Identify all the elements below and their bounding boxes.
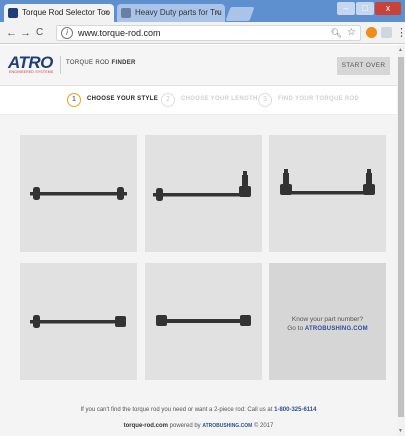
close-icon: x <box>385 3 391 13</box>
cta-line1: Know your part number? <box>291 316 364 323</box>
torque-rod-icon <box>30 187 127 200</box>
torque-rod-icon <box>280 169 375 195</box>
step-label: FIND YOUR TORQUE ROD <box>278 96 360 102</box>
tool-title: TORQUE ROD FINDER <box>66 60 136 66</box>
style-option-straight-bushing-both[interactable] <box>20 135 137 252</box>
header-divider <box>60 56 61 74</box>
zoom-icon[interactable]: 🔍︎ <box>331 26 342 40</box>
scroll-down-icon[interactable]: ▼ <box>398 428 403 434</box>
step-label: CHOOSE YOUR LENGTH <box>181 96 258 102</box>
style-option-block-ends[interactable] <box>145 263 262 380</box>
help-message: If you can't find the torque rod you nee… <box>80 407 273 413</box>
info-icon[interactable]: i <box>61 27 73 39</box>
forward-arrow-icon[interactable]: → <box>20 25 31 41</box>
bookmark-star-icon[interactable]: ☆ <box>347 26 356 40</box>
powered-by: torque-rod.com powered by ATROBUSHING.CO… <box>0 423 397 429</box>
step-label: CHOOSE YOUR STYLE <box>87 96 159 102</box>
powered-site: torque-rod.com <box>123 423 168 429</box>
new-tab-button[interactable] <box>225 7 255 21</box>
scrollbar-thumb[interactable] <box>398 57 404 417</box>
browser-menu-icon[interactable]: ⋮ <box>396 25 405 41</box>
address-bar[interactable]: i www.torque-rod.com 🔍︎ ☆ <box>56 25 361 41</box>
page-scrollbar[interactable]: ▲ ▼ <box>397 45 405 436</box>
favicon-icon <box>121 8 131 18</box>
step-progress: 1 CHOOSE YOUR STYLE 2 CHOOSE YOUR LENGTH… <box>0 86 397 114</box>
cta-prefix: Go to <box>287 325 304 332</box>
powered-mid: powered by <box>169 423 201 429</box>
logo-tagline: ENGINEERED SYSTEMS <box>9 70 54 74</box>
atro-logo[interactable]: ATRO ENGINEERED SYSTEMS <box>8 54 56 76</box>
minimize-icon: – <box>343 3 349 13</box>
part-number-callout-text: Know your part number? Go to ATROBUSHING… <box>277 315 378 334</box>
tab-heavy-duty-parts[interactable]: Heavy Duty parts for Tru × <box>117 4 225 22</box>
tab-title: Heavy Duty parts for Tru <box>135 8 222 17</box>
back-arrow-icon[interactable]: ← <box>6 25 17 41</box>
torque-rod-icon <box>30 315 126 328</box>
tool-title-bold: FINDER <box>111 60 136 66</box>
part-number-callout[interactable]: Know your part number? Go to ATROBUSHING… <box>269 263 386 380</box>
extension-icon[interactable] <box>381 27 392 38</box>
reload-icon[interactable]: C <box>36 25 43 41</box>
cta-line2: Go to ATROBUSHING.COM <box>277 324 378 334</box>
powered-link[interactable]: ATROBUSHING.COM <box>202 423 252 429</box>
tab-close-icon[interactable]: × <box>215 4 220 22</box>
style-option-one-end-upright[interactable] <box>145 135 262 252</box>
browser-tab-strip: Torque Rod Selector Too × Heavy Duty par… <box>0 0 405 22</box>
tab-title: Torque Rod Selector Too <box>22 8 110 17</box>
step-number: 3 <box>258 93 272 107</box>
close-window-button[interactable]: x <box>375 2 401 15</box>
style-option-straight-one-end-block[interactable] <box>20 263 137 380</box>
tab-close-icon[interactable]: × <box>104 4 109 22</box>
extension-icon[interactable] <box>366 27 377 38</box>
step-number: 2 <box>161 93 175 107</box>
site-header: ATRO ENGINEERED SYSTEMS TORQUE ROD FINDE… <box>0 45 397 86</box>
style-option-both-ends-upright[interactable] <box>269 135 386 252</box>
page-content: ATRO ENGINEERED SYSTEMS TORQUE ROD FINDE… <box>0 45 397 436</box>
maximize-button[interactable]: □ <box>356 2 374 15</box>
torque-rod-icon <box>156 315 251 326</box>
scroll-up-icon[interactable]: ▲ <box>398 47 403 53</box>
maximize-icon: □ <box>362 3 368 13</box>
logo-text: ATRO <box>8 53 53 72</box>
atrobushing-link[interactable]: ATROBUSHING.COM <box>305 326 368 332</box>
style-grid: Know your part number? Go to ATROBUSHING… <box>0 114 397 436</box>
copyright: © 2017 <box>253 423 274 429</box>
browser-toolbar: ← → C i www.torque-rod.com 🔍︎ ☆ ⋮ <box>0 22 405 44</box>
tab-torque-rod-selector[interactable]: Torque Rod Selector Too × <box>4 4 114 22</box>
phone-link[interactable]: 1-800-325-6114 <box>274 407 316 413</box>
step-number: 1 <box>67 93 81 107</box>
favicon-icon <box>8 8 18 18</box>
start-over-button[interactable]: START OVER <box>337 57 390 75</box>
minimize-button[interactable]: – <box>337 2 355 15</box>
address-url[interactable]: www.torque-rod.com <box>78 26 161 40</box>
help-text: If you can't find the torque rod you nee… <box>0 407 397 413</box>
torque-rod-icon <box>153 171 251 201</box>
tool-title-prefix: TORQUE ROD <box>66 60 110 66</box>
